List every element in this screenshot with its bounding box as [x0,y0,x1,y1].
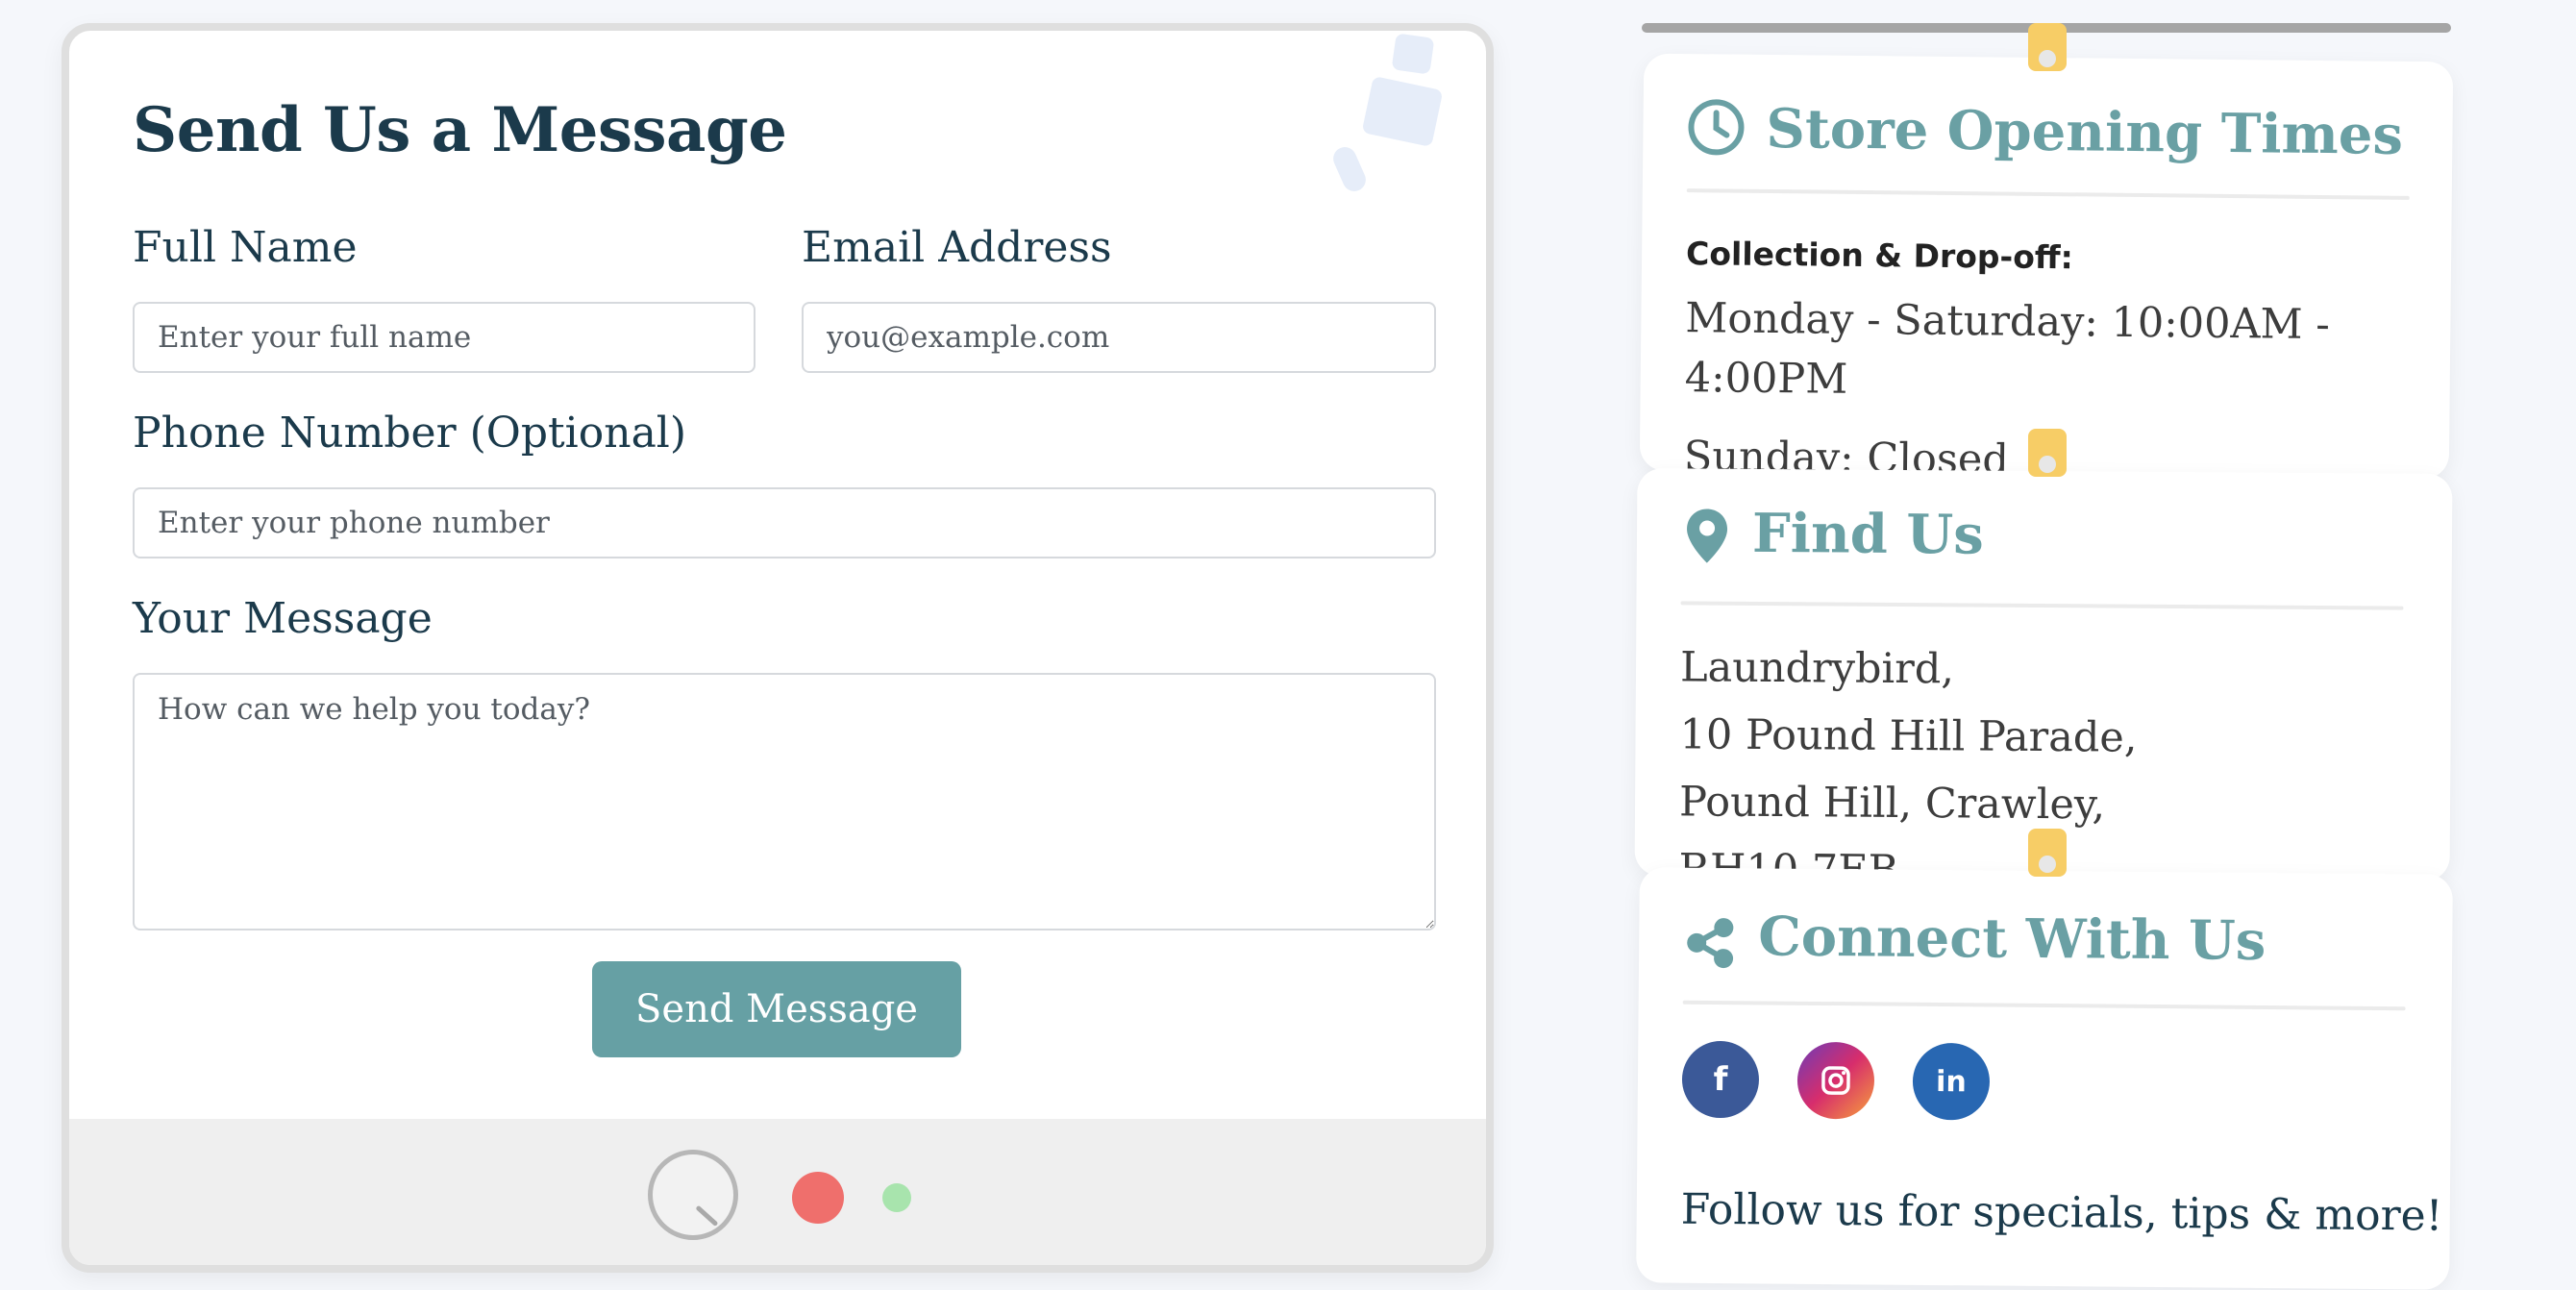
decorative-bubble [1361,75,1444,148]
machine-control-panel [69,1119,1486,1265]
machine-dial-icon [648,1150,738,1240]
address-line: 10 Pound Hill Parade, [1679,710,2138,762]
clothes-pin-clip [2028,23,2067,71]
find-us-card: Find Us Laundrybird, 10 Pound Hill Parad… [1634,468,2453,881]
red-indicator-light [792,1172,844,1224]
clock-icon [1688,99,1745,156]
weekday-hours: Monday - Saturday: 10:00AM - [1685,294,2331,350]
email-input[interactable] [802,302,1436,373]
decorative-bubble [1329,143,1370,195]
contact-form-card: Send Us a Message Full Name Email Addres… [62,23,1494,1273]
full-name-input[interactable] [133,302,755,373]
phone-label: Phone Number (Optional) [133,409,687,458]
weekday-hours-continued: 4:00PM [1684,354,1848,404]
find-us-title: Find Us [1751,501,1985,567]
green-indicator-light [882,1183,911,1212]
address-line: Pound Hill, Crawley, [1678,778,2106,830]
opening-times-title: Store Opening Times [1766,96,2404,167]
instagram-link[interactable] [1796,1041,1875,1120]
message-label: Your Message [133,594,433,643]
instagram-icon [1821,1066,1850,1095]
clothes-pin-clip [2028,429,2067,477]
connect-title: Connect With Us [1757,905,2266,974]
linkedin-icon: in [1935,1064,1967,1099]
facebook-link[interactable]: f [1681,1040,1760,1119]
send-message-button[interactable]: Send Message [592,961,961,1057]
phone-input[interactable] [133,487,1436,558]
linkedin-link[interactable]: in [1912,1042,1991,1121]
opening-times-card: Store Opening Times Collection & Drop-of… [1639,53,2454,480]
opening-times-subheading: Collection & Drop-off: [1685,235,2074,277]
card-divider [1686,188,2410,200]
full-name-label: Full Name [133,223,358,272]
map-pin-icon [1687,509,1728,563]
decorative-bubble [1391,33,1435,75]
address-line: Laundrybird, [1679,643,1955,694]
clothes-pin-clip [2028,829,2067,877]
card-divider [1680,601,2404,610]
follow-text: Follow us for specials, tips & more! [1680,1184,2443,1241]
facebook-icon: f [1713,1059,1728,1100]
share-icon [1687,918,1734,969]
message-textarea[interactable] [133,673,1436,930]
card-divider [1682,1000,2406,1011]
form-title: Send Us a Message [133,94,787,166]
email-label: Email Address [802,223,1112,272]
connect-card: Connect With Us f in Follow us for speci… [1636,867,2453,1290]
